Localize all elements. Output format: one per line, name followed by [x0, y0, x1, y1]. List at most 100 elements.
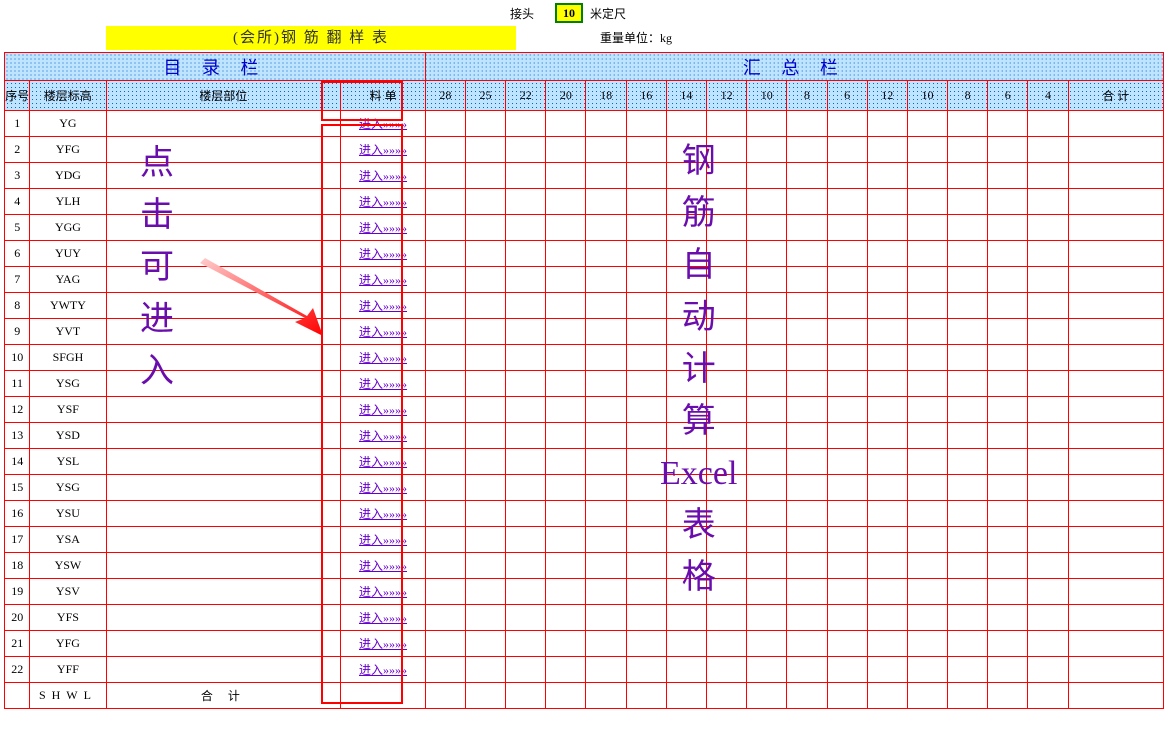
cell-value [707, 553, 747, 579]
cell-level: YFF [30, 657, 106, 683]
cell-value [465, 475, 505, 501]
cell-value [787, 397, 827, 423]
cell-value [747, 657, 787, 683]
cell-value [747, 163, 787, 189]
cell-value [707, 293, 747, 319]
cell-value [907, 241, 947, 267]
cell-value [626, 397, 666, 423]
enter-link[interactable]: 进入»»»» [359, 429, 407, 443]
enter-link[interactable]: 进入»»»» [359, 377, 407, 391]
cell-value [425, 241, 465, 267]
cell-value [506, 267, 546, 293]
cell-value [506, 527, 546, 553]
cell-value [827, 371, 867, 397]
enter-link[interactable]: 进入»»»» [359, 533, 407, 547]
cell-value [666, 579, 706, 605]
table-row: 18YSW进入»»»» [5, 553, 1164, 579]
enter-link[interactable]: 进入»»»» [359, 481, 407, 495]
cell-position [106, 501, 341, 527]
cell-value [626, 215, 666, 241]
cell-value [867, 371, 907, 397]
cell-value [948, 657, 988, 683]
cell-value [465, 137, 505, 163]
enter-link[interactable]: 进入»»»» [359, 273, 407, 287]
cell-value [747, 111, 787, 137]
cell-value [827, 137, 867, 163]
cell-value [1068, 293, 1163, 319]
enter-link[interactable]: 进入»»»» [359, 585, 407, 599]
cell-level: YG [30, 111, 106, 137]
enter-link[interactable]: 进入»»»» [359, 559, 407, 573]
cell-position [106, 293, 341, 319]
cell-value [787, 423, 827, 449]
cell-value [626, 475, 666, 501]
cell-value [506, 345, 546, 371]
cell-value [707, 241, 747, 267]
enter-link[interactable]: 进入»»»» [359, 195, 407, 209]
cell-value [465, 293, 505, 319]
enter-link[interactable]: 进入»»»» [359, 403, 407, 417]
enter-link[interactable]: 进入»»»» [359, 637, 407, 651]
enter-link[interactable]: 进入»»»» [359, 611, 407, 625]
cell-value [586, 501, 626, 527]
enter-link[interactable]: 进入»»»» [359, 299, 407, 313]
cell-value [546, 397, 586, 423]
cell-value [465, 501, 505, 527]
cell-value [1068, 553, 1163, 579]
cell-bill: 进入»»»» [341, 605, 426, 631]
cell-position [106, 345, 341, 371]
cell-value [546, 267, 586, 293]
cell-value [425, 267, 465, 293]
enter-link[interactable]: 进入»»»» [359, 117, 407, 131]
cell-value [626, 163, 666, 189]
cell-value [988, 163, 1028, 189]
cell-value [506, 397, 546, 423]
cell-value [827, 267, 867, 293]
enter-link[interactable]: 进入»»»» [359, 169, 407, 183]
col-22: 22 [506, 81, 546, 111]
cell-value [988, 137, 1028, 163]
enter-link[interactable]: 进入»»»» [359, 247, 407, 261]
cell-value [465, 215, 505, 241]
connector-value: 10 [555, 3, 583, 23]
col-bill-header: 料 单 [341, 81, 426, 111]
cell-value [1028, 449, 1068, 475]
cell-value [626, 189, 666, 215]
cell-value [948, 189, 988, 215]
cell-value [586, 397, 626, 423]
enter-link[interactable]: 进入»»»» [359, 507, 407, 521]
enter-link[interactable]: 进入»»»» [359, 143, 407, 157]
cell-value [907, 371, 947, 397]
cell-value [1028, 397, 1068, 423]
cell-value [907, 683, 947, 709]
enter-link[interactable]: 进入»»»» [359, 455, 407, 469]
table-row: 10SFGH进入»»»» [5, 345, 1164, 371]
cell-value [586, 371, 626, 397]
enter-link[interactable]: 进入»»»» [359, 351, 407, 365]
cell-bill: 进入»»»» [341, 423, 426, 449]
cell-value [506, 683, 546, 709]
cell-bill: 进入»»»» [341, 215, 426, 241]
cell-bill: 进入»»»» [341, 111, 426, 137]
cell-value [707, 319, 747, 345]
cell-seq: 6 [5, 241, 30, 267]
cell-value [867, 631, 907, 657]
cell-position [106, 163, 341, 189]
cell-position [106, 475, 341, 501]
cell-value [867, 501, 907, 527]
cell-value [425, 683, 465, 709]
cell-value [988, 475, 1028, 501]
cell-position [106, 579, 341, 605]
cell-value [506, 137, 546, 163]
cell-value [666, 293, 706, 319]
cell-seq: 22 [5, 657, 30, 683]
enter-link[interactable]: 进入»»»» [359, 325, 407, 339]
cell-value [506, 241, 546, 267]
cell-value [586, 631, 626, 657]
cell-value [666, 527, 706, 553]
enter-link[interactable]: 进入»»»» [359, 663, 407, 677]
cell-value [948, 345, 988, 371]
cell-value [907, 501, 947, 527]
enter-link[interactable]: 进入»»»» [359, 221, 407, 235]
cell-value [907, 631, 947, 657]
